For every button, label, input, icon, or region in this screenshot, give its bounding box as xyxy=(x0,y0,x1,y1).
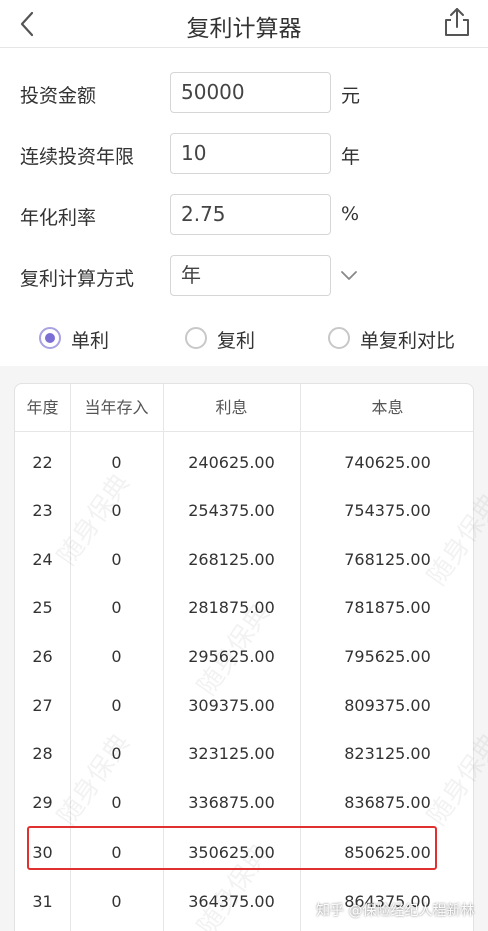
method-label: 复利计算方式 xyxy=(20,268,135,290)
radio-unchecked-icon xyxy=(328,327,350,349)
cell-interest: 309375.00 xyxy=(188,696,275,715)
cell-interest: 268125.00 xyxy=(188,550,275,569)
method-select[interactable]: 年 xyxy=(170,255,331,296)
cell-interest: 254375.00 xyxy=(188,501,275,520)
cell-deposit: 0 xyxy=(111,647,122,666)
nav-bar: 复利计算器 xyxy=(0,0,488,48)
mode-compare-label: 单复利对比 xyxy=(360,330,456,352)
table-row: 28 0 323125.00 823125.00 xyxy=(15,730,473,778)
share-icon xyxy=(445,8,469,36)
mode-simple-label: 单利 xyxy=(71,330,110,352)
calculator-form: 投资金额 50000 元 连续投资年限 10 年 年化利率 2.75 % 复利计… xyxy=(0,48,488,366)
cell-year: 28 xyxy=(32,744,53,763)
principal-unit: 元 xyxy=(341,85,361,107)
cell-year: 27 xyxy=(32,696,53,715)
cell-deposit: 0 xyxy=(111,843,122,862)
cell-deposit: 0 xyxy=(111,501,122,520)
cell-total: 768125.00 xyxy=(344,550,431,569)
cell-deposit: 0 xyxy=(111,550,122,569)
header-interest: 利息 xyxy=(215,398,248,417)
table-row: 22 0 240625.00 740625.00 xyxy=(15,439,473,487)
cell-interest: 240625.00 xyxy=(188,453,275,472)
cell-total: 850625.00 xyxy=(344,843,431,862)
cell-deposit: 0 xyxy=(111,696,122,715)
results-table[interactable]: 年度 当年存入 利息 本息 22 0 240625.00 740625.00 2… xyxy=(14,383,474,931)
cell-year: 31 xyxy=(32,892,53,911)
years-input[interactable]: 10 xyxy=(170,133,331,174)
years-label: 连续投资年限 xyxy=(20,146,135,168)
header-deposit: 当年存入 xyxy=(84,398,149,417)
share-button[interactable] xyxy=(442,6,472,38)
cell-interest: 281875.00 xyxy=(188,598,275,617)
header-total: 本息 xyxy=(371,398,404,417)
cell-deposit: 0 xyxy=(111,744,122,763)
cell-year: 29 xyxy=(32,793,53,812)
table-row: 27 0 309375.00 809375.00 xyxy=(15,682,473,730)
mode-compound-label: 复利 xyxy=(217,330,256,352)
years-row: 连续投资年限 10 年 xyxy=(0,133,488,175)
table-row: 24 0 268125.00 768125.00 xyxy=(15,536,473,584)
years-unit: 年 xyxy=(341,146,361,168)
cell-deposit: 0 xyxy=(111,598,122,617)
principal-label: 投资金额 xyxy=(20,85,97,107)
cell-interest: 364375.00 xyxy=(188,892,275,911)
table-header: 年度 当年存入 利息 本息 xyxy=(15,384,473,432)
cell-year: 22 xyxy=(32,453,53,472)
cell-total: 823125.00 xyxy=(344,744,431,763)
cell-total: 754375.00 xyxy=(344,501,431,520)
source-credit: 知乎 @保险经纪人程新林 xyxy=(316,903,475,919)
cell-total: 740625.00 xyxy=(344,453,431,472)
cell-year: 30 xyxy=(32,843,53,862)
method-row: 复利计算方式 年 xyxy=(0,255,488,297)
rate-row: 年化利率 2.75 % xyxy=(0,194,488,236)
table-row-highlighted: 30 0 350625.00 850625.00 xyxy=(15,829,473,877)
cell-total: 836875.00 xyxy=(344,793,431,812)
cell-deposit: 0 xyxy=(111,892,122,911)
radio-unchecked-icon xyxy=(185,327,207,349)
table-row: 26 0 295625.00 795625.00 xyxy=(15,633,473,681)
cell-total: 809375.00 xyxy=(344,696,431,715)
table-row: 23 0 254375.00 754375.00 xyxy=(15,487,473,535)
cell-interest: 323125.00 xyxy=(188,744,275,763)
chevron-down-icon[interactable] xyxy=(337,263,361,287)
cell-deposit: 0 xyxy=(111,453,122,472)
cell-interest: 350625.00 xyxy=(188,843,275,862)
rate-label: 年化利率 xyxy=(20,207,97,229)
table-row: 29 0 336875.00 836875.00 xyxy=(15,779,473,827)
principal-input[interactable]: 50000 xyxy=(170,72,331,113)
principal-row: 投资金额 50000 元 xyxy=(0,72,488,114)
cell-year: 23 xyxy=(32,501,53,520)
cell-interest: 336875.00 xyxy=(188,793,275,812)
cell-total: 795625.00 xyxy=(344,647,431,666)
rate-unit: % xyxy=(341,203,360,225)
cell-year: 24 xyxy=(32,550,53,569)
cell-deposit: 0 xyxy=(111,793,122,812)
cell-year: 26 xyxy=(32,647,53,666)
header-year: 年度 xyxy=(26,398,59,417)
radio-checked-icon xyxy=(39,327,61,349)
cell-interest: 295625.00 xyxy=(188,647,275,666)
mode-radio-group: 单利 复利 单复利对比 xyxy=(0,320,488,356)
page-title: 复利计算器 xyxy=(186,16,302,42)
cell-total: 781875.00 xyxy=(344,598,431,617)
table-row: 25 0 281875.00 781875.00 xyxy=(15,584,473,632)
cell-year: 25 xyxy=(32,598,53,617)
rate-input[interactable]: 2.75 xyxy=(170,194,331,235)
